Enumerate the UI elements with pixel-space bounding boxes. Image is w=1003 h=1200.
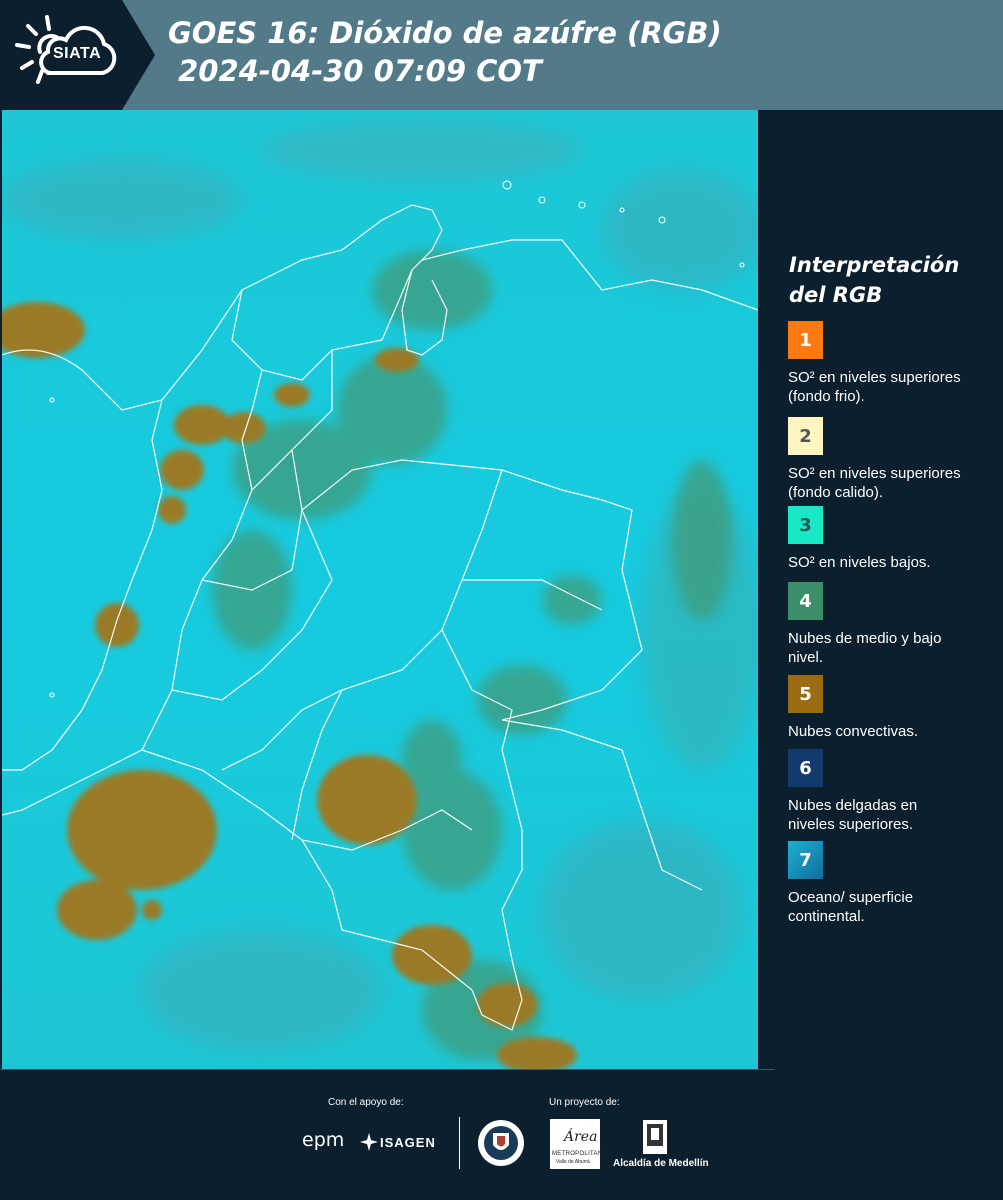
legend-item-5: 5 Nubes convectivas.	[788, 675, 988, 741]
area-metropolitana-logo: Área METROPOLITANA Valle de Aburrá	[550, 1119, 606, 1169]
legend-label-5: Nubes convectivas.	[788, 723, 919, 740]
legend-swatch-2: 2	[788, 417, 823, 455]
area-word: Área	[564, 1129, 598, 1145]
satellite-map	[2, 110, 758, 1069]
legend-item-2: 2 SO² en niveles superiores (fondo calid…	[788, 417, 988, 512]
legend-label-2: SO² en niveles superiores (fondo calido)…	[788, 465, 961, 501]
legend-title-line-1: Interpretación	[789, 253, 960, 277]
area-sub-1: METROPOLITANA	[552, 1151, 607, 1157]
project-label: Un proyecto de:	[549, 1097, 620, 1108]
legend-item-3: 3 SO² en niveles bajos.	[788, 506, 988, 572]
title-line-2: 2024-04-30 07:09 COT	[168, 54, 542, 88]
legend-title: Interpretación del RGB	[789, 250, 999, 310]
legend-swatch-7: 7	[788, 841, 823, 879]
logo-text: SIATA	[53, 45, 102, 62]
legend-swatch-5: 5	[788, 675, 823, 713]
legend-label-3: SO² en niveles bajos.	[788, 554, 931, 571]
legend-swatch-6: 6	[788, 749, 823, 787]
legend-label-6: Nubes delgadas en niveles superiores.	[788, 797, 918, 833]
alcaldia-label: Alcaldía de Medellín	[613, 1158, 709, 1169]
legend-swatch-4: 4	[788, 582, 823, 620]
legend-item-1: 1 SO² en niveles superiores (fondo frio)…	[788, 321, 988, 406]
legend-item-7: 7 Oceano/ superficie continental.	[788, 841, 988, 926]
alcaldia-shield-icon	[643, 1120, 667, 1154]
legend-label-7: Oceano/ superficie continental.	[788, 889, 914, 925]
legend-swatch-3: 3	[788, 506, 823, 544]
legend-label-4: Nubes de medio y bajo nivel.	[788, 630, 942, 666]
map-image	[2, 110, 758, 1069]
legend-label-1: SO² en niveles superiores (fondo frio).	[788, 369, 961, 405]
legend-item-4: 4 Nubes de medio y bajo nivel.	[788, 582, 988, 667]
isagen-star-icon	[360, 1133, 378, 1151]
legend-title-line-2: del RGB	[789, 283, 883, 307]
logo-divider	[459, 1117, 460, 1169]
page-title: GOES 16: Dióxido de azúfre (RGB) 2024-04…	[168, 14, 722, 90]
header-bar: SIATA GOES 16: Dióxido de azúfre (RGB) 2…	[0, 0, 1003, 110]
legend-item-6: 6 Nubes delgadas en niveles superiores.	[788, 749, 988, 834]
support-label: Con el apoyo de:	[328, 1097, 404, 1108]
medellin-seal-icon	[478, 1120, 524, 1166]
epm-logo: epm	[302, 1129, 345, 1151]
footer-divider-line	[0, 1069, 775, 1070]
title-line-1: GOES 16: Dióxido de azúfre (RGB)	[168, 16, 722, 50]
isagen-logo: ISAGEN	[380, 1135, 436, 1150]
siata-logo: SIATA	[0, 0, 155, 110]
area-sub-2: Valle de Aburrá	[556, 1159, 590, 1165]
legend-swatch-1: 1	[788, 321, 823, 359]
legend-panel: Interpretación del RGB 1 SO² en niveles …	[760, 110, 1003, 1069]
footer: Con el apoyo de: Un proyecto de: epm ISA…	[0, 1069, 1003, 1200]
